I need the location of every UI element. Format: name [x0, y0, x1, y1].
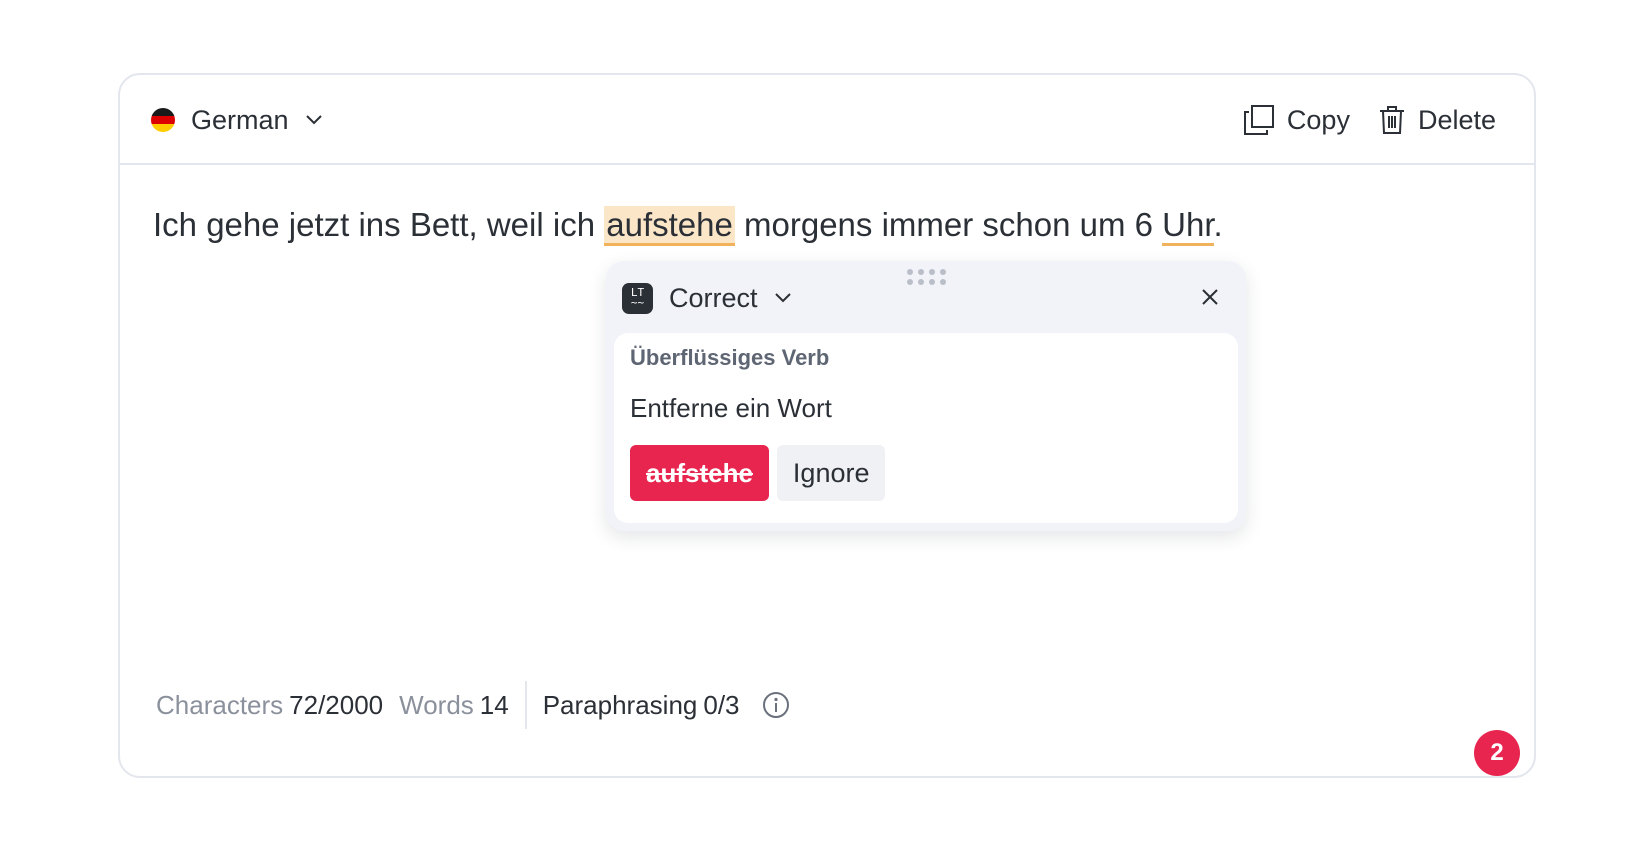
header-actions: Copy Delete [1243, 100, 1496, 140]
copy-button[interactable]: Copy [1243, 104, 1350, 136]
editor-footer: Characters 72/2000 Words 14 Paraphrasing… [156, 680, 790, 730]
drag-handle-icon[interactable] [907, 269, 949, 285]
delete-button[interactable]: Delete [1378, 105, 1496, 136]
mode-selector[interactable]: LT ~~ Correct [622, 281, 792, 315]
mode-label: Correct [669, 282, 758, 313]
text-segment: Ich gehe jetzt ins Bett, weil ich [153, 206, 605, 243]
text-segment: morgens immer schon um 6 [734, 206, 1163, 243]
editor-header: German Copy Delete [120, 75, 1534, 165]
minor-error-word[interactable]: Uhr [1162, 206, 1214, 246]
chevron-down-icon [305, 115, 322, 125]
characters-label: Characters [156, 689, 284, 720]
suggestion-actions: aufstehe Ignore [630, 445, 886, 501]
correction-popup: LT ~~ Correct Überflüssiges Verb Entfern… [606, 261, 1246, 531]
copy-label: Copy [1286, 104, 1350, 135]
chevron-down-icon [774, 293, 791, 303]
words-count: 14 [479, 689, 509, 720]
rule-title: Überflüssiges Verb [630, 345, 830, 370]
text-editor[interactable]: Ich gehe jetzt ins Bett, weil ich aufste… [153, 203, 1504, 247]
error-highlight-word[interactable]: aufstehe [604, 206, 735, 246]
delete-label: Delete [1417, 104, 1496, 135]
ignore-button[interactable]: Ignore [776, 445, 886, 501]
trash-icon [1379, 106, 1404, 134]
copy-icon [1243, 105, 1274, 135]
paraphrasing-label: Paraphrasing [542, 689, 698, 720]
info-icon[interactable] [762, 691, 790, 719]
apply-suggestion-button[interactable]: aufstehe [630, 445, 769, 501]
footer-divider [524, 681, 527, 729]
issue-count-badge[interactable]: 2 [1474, 730, 1520, 776]
words-label: Words [399, 689, 474, 720]
german-flag-icon [151, 108, 175, 132]
language-selector[interactable]: German [151, 100, 323, 140]
suggestion-card: Überflüssiges Verb Entferne ein Wort auf… [614, 333, 1238, 523]
characters-count: 72/2000 [289, 689, 384, 720]
text-segment: . [1213, 206, 1223, 243]
languagetool-logo-icon: LT ~~ [622, 282, 653, 314]
language-label: German [191, 104, 289, 135]
paraphrasing-count: 0/3 [703, 689, 740, 720]
close-icon[interactable] [1200, 287, 1220, 307]
rule-message: Entferne ein Wort [630, 393, 832, 423]
